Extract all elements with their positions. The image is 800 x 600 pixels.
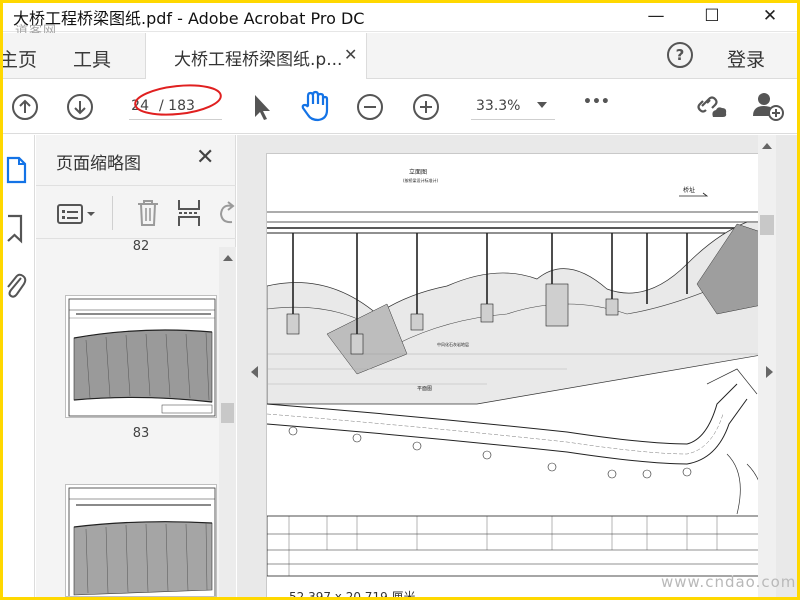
attachment-icon[interactable] — [3, 269, 27, 301]
thumbnail-drawing — [68, 487, 216, 596]
chevron-up-icon[interactable] — [223, 255, 233, 261]
close-pane-button[interactable]: ✕ — [196, 145, 214, 170]
thumbnail-drawing — [68, 298, 216, 417]
prev-page-icon[interactable] — [11, 93, 39, 121]
site-watermark: www.cndao.com — [661, 573, 797, 591]
zoom-value: 33.3% — [476, 98, 521, 114]
bridge-drawing: 立面图 (按桥梁设计标准计) 桥址 中风化石灰岩地层 平面图 — [266, 168, 768, 577]
next-page-icon[interactable] — [66, 93, 94, 121]
legend-note: 中风化石灰岩地层 — [437, 341, 469, 347]
collapse-pane-arrow-icon[interactable] — [251, 366, 258, 378]
toolbar: 24 / 183 33.3% ••• — [3, 80, 797, 134]
add-user-icon[interactable] — [751, 90, 785, 122]
thumbnail-options-icon[interactable] — [56, 203, 100, 225]
pdf-page: 立面图 (按桥梁设计标准计) 桥址 中风化石灰岩地层 平面图 — [266, 153, 768, 597]
title-bar: 大桥工程桥梁图纸.pdf - Adobe Acrobat Pro DC 道客网 … — [3, 3, 797, 39]
maximize-button[interactable]: ☐ — [689, 3, 735, 31]
bookmark-icon[interactable] — [5, 213, 27, 245]
tab-tools[interactable]: 工具 — [73, 45, 111, 72]
tab-home[interactable]: 主页 — [3, 45, 37, 72]
elevation-subtitle: (按桥梁设计标准计) — [403, 177, 439, 183]
window-title: 大桥工程桥梁图纸.pdf - Adobe Acrobat Pro DC — [13, 9, 365, 28]
thumbnail-page-number: 82 — [132, 239, 150, 254]
plan-title: 平面图 — [417, 386, 432, 392]
rotate-page-icon[interactable] — [216, 198, 236, 228]
zoom-out-icon[interactable] — [356, 93, 384, 121]
pane-toolbar — [36, 185, 236, 239]
thumbnail-page-number: 83 — [132, 426, 150, 441]
page-size-readout: 52.397 x 20.719 厘米 — [289, 590, 416, 597]
close-tab-button[interactable]: ✕ — [344, 45, 357, 64]
thumbnail-page-84[interactable] — [65, 484, 217, 597]
chevron-down-icon — [537, 102, 547, 108]
select-tool-icon[interactable] — [251, 92, 273, 122]
red-circle-annotation — [134, 84, 222, 116]
navigation-panel — [3, 135, 35, 597]
direction-label: 桥址 — [683, 186, 695, 194]
close-window-button[interactable]: ✕ — [747, 3, 793, 31]
tab-document[interactable]: 大桥工程桥梁图纸.p... ✕ — [145, 33, 367, 79]
share-link-icon[interactable] — [695, 90, 729, 122]
elevation-title: 立面图 — [409, 168, 427, 176]
thumbnails-pane: 页面缩略图 ✕ 82 83 — [36, 135, 236, 597]
acrobat-window: 大桥工程桥梁图纸.pdf - Adobe Acrobat Pro DC 道客网 … — [3, 3, 797, 597]
page-thumbnails-icon[interactable] — [5, 155, 27, 185]
hand-tool-icon[interactable] — [299, 89, 331, 123]
thumbnail-page-83[interactable] — [65, 295, 217, 418]
insert-page-icon[interactable] — [176, 198, 202, 228]
minimize-button[interactable]: — — [633, 3, 679, 31]
pane-title: 页面缩略图 — [56, 154, 141, 174]
signin-button[interactable]: 登录 — [727, 45, 765, 72]
zoom-dropdown[interactable]: 33.3% — [471, 96, 555, 120]
scrollbar-thumb[interactable] — [221, 403, 234, 423]
document-viewport[interactable]: 立面图 (按桥梁设计标准计) 桥址 中风化石灰岩地层 平面图 52.397 x … — [237, 135, 797, 597]
thumbnails-scrollbar[interactable] — [219, 247, 236, 597]
chevron-up-icon[interactable] — [762, 143, 772, 149]
document-tab-label: 大桥工程桥梁图纸.p... — [174, 50, 343, 70]
tab-bar: 主页 工具 大桥工程桥梁图纸.p... ✕ ? 登录 — [3, 33, 797, 79]
divider — [112, 196, 113, 230]
zoom-in-icon[interactable] — [412, 93, 440, 121]
scrollbar-thumb[interactable] — [760, 215, 774, 235]
help-icon[interactable]: ? — [667, 42, 693, 68]
delete-page-icon[interactable] — [136, 198, 160, 228]
expand-right-pane-arrow-icon[interactable] — [766, 366, 773, 378]
more-tools-icon[interactable]: ••• — [583, 94, 610, 110]
